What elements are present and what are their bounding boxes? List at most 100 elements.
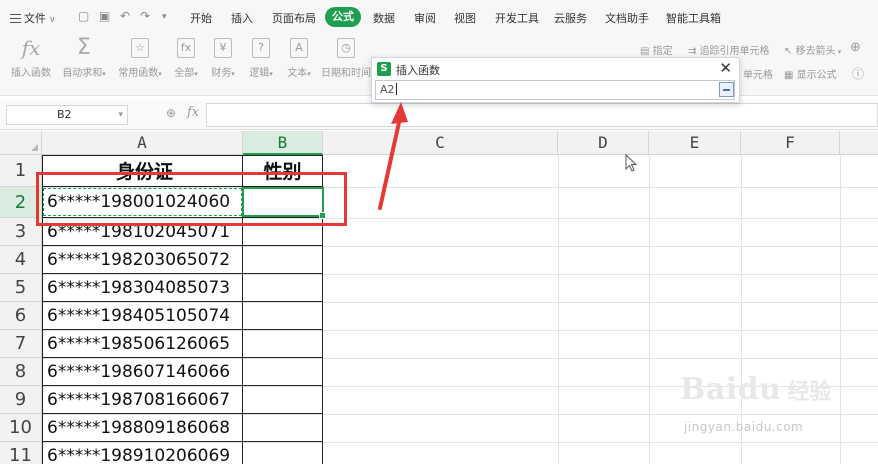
datetime-button[interactable]: ◷ 日期和时间 bbox=[320, 36, 372, 79]
select-all-corner[interactable] bbox=[0, 131, 42, 155]
hamburger-icon bbox=[10, 14, 21, 23]
cell-a6[interactable]: 6*****198405105074 bbox=[42, 302, 243, 330]
tab-smart-toolbox[interactable]: 智能工具箱 bbox=[666, 10, 721, 26]
cell-b7[interactable] bbox=[243, 330, 323, 358]
row-header-4[interactable]: 4 bbox=[0, 246, 42, 274]
dialog-title: 插入函数 bbox=[396, 64, 440, 77]
watermark-brand: Baidu bbox=[680, 372, 782, 407]
insert-function-dialog: S 插入函数 ✕ A2 bbox=[371, 57, 740, 103]
datetime-icon: ◷ bbox=[337, 38, 355, 58]
row-header-10[interactable]: 10 bbox=[0, 414, 42, 442]
financial-label: 财务 bbox=[211, 68, 232, 79]
print-icon[interactable]: ▣ bbox=[99, 9, 110, 23]
cell-a9[interactable]: 6*****198708166067 bbox=[42, 386, 243, 414]
tab-data[interactable]: 数据 bbox=[373, 10, 395, 26]
zoom-icon[interactable]: ⊕ bbox=[850, 40, 861, 55]
cell-a5[interactable]: 6*****198304085073 bbox=[42, 274, 243, 302]
cell-b10[interactable] bbox=[243, 414, 323, 442]
tab-review[interactable]: 审阅 bbox=[414, 10, 436, 26]
all-functions-icon: fx bbox=[177, 38, 195, 58]
watermark-brand-cn: 经验 bbox=[787, 380, 832, 405]
all-functions-button[interactable]: fx 全部▾ bbox=[170, 36, 202, 79]
cell-a7[interactable]: 6*****198506126065 bbox=[42, 330, 243, 358]
all-functions-label: 全部 bbox=[174, 68, 195, 79]
tab-formulas[interactable]: 公式 bbox=[325, 7, 361, 27]
undo-icon[interactable]: ↶ bbox=[120, 9, 130, 23]
row-header-11[interactable]: 11 bbox=[0, 442, 42, 464]
gridline-column bbox=[741, 155, 742, 464]
collapse-dialog-button[interactable] bbox=[719, 82, 734, 97]
magnifier-icon[interactable]: ⊕ bbox=[166, 106, 176, 120]
row-header-8[interactable]: 8 bbox=[0, 358, 42, 386]
formula-bar: B2 ▾ ⊕ fx bbox=[0, 100, 878, 130]
more-icon[interactable]: ▾ bbox=[162, 12, 167, 22]
gridline-column bbox=[840, 155, 841, 464]
financial-button[interactable]: ¥ 财务▾ bbox=[206, 36, 240, 79]
tab-page-layout[interactable]: 页面布局 bbox=[272, 10, 316, 26]
column-header-e[interactable]: E bbox=[649, 131, 741, 155]
annotation-arrow bbox=[378, 102, 408, 210]
remove-arrows-icon: ↖ bbox=[784, 46, 796, 57]
insert-function-label: 插入函数 bbox=[11, 68, 51, 79]
row-header-5[interactable]: 5 bbox=[0, 274, 42, 302]
fx-icon: fx bbox=[21, 36, 41, 60]
financial-icon: ¥ bbox=[214, 38, 232, 58]
define-name-label: 指定 bbox=[652, 46, 673, 57]
remove-arrows-button[interactable]: ↖ 移去箭头 ▾ bbox=[784, 42, 841, 57]
trace-dependents-button[interactable]: 单元格 bbox=[743, 66, 773, 81]
file-menu[interactable]: 文件 ∨ bbox=[10, 10, 56, 26]
cell-b8[interactable] bbox=[243, 358, 323, 386]
row-header-9[interactable]: 9 bbox=[0, 386, 42, 414]
info-icon[interactable]: ⓘ bbox=[852, 65, 864, 82]
column-header-d[interactable]: D bbox=[558, 131, 649, 155]
cell-b6[interactable] bbox=[243, 302, 323, 330]
autosum-button[interactable]: Σ 自动求和▾ bbox=[58, 35, 110, 80]
fx-icon[interactable]: fx bbox=[187, 105, 199, 120]
wps-sheet-icon: S bbox=[377, 62, 391, 76]
show-formulas-icon: ▦ bbox=[784, 70, 797, 81]
define-name-button[interactable]: ▤ 指定 bbox=[640, 42, 673, 57]
row-header-7[interactable]: 7 bbox=[0, 330, 42, 358]
tab-home[interactable]: 开始 bbox=[190, 10, 212, 26]
datetime-label: 日期和时间 bbox=[321, 68, 371, 79]
show-formulas-button[interactable]: ▦ 显示公式 bbox=[784, 66, 837, 81]
cell-b9[interactable] bbox=[243, 386, 323, 414]
baidu-jingyan-watermark: Baidu 经验 jingyan.baidu.com bbox=[680, 372, 832, 434]
text-icon: A bbox=[290, 38, 308, 58]
function-argument-input[interactable]: A2 bbox=[375, 80, 735, 100]
chevron-down-icon: ▾ bbox=[118, 110, 123, 120]
cell-b4[interactable] bbox=[243, 246, 323, 274]
formula-input[interactable] bbox=[206, 103, 878, 127]
redo-icon[interactable]: ↷ bbox=[140, 9, 150, 23]
logical-icon: ? bbox=[252, 38, 270, 58]
trace-precedents-button[interactable]: ⇉ 追踪引用单元格 bbox=[688, 42, 770, 57]
cell-a8[interactable]: 6*****198607146066 bbox=[42, 358, 243, 386]
cell-a10[interactable]: 6*****198809186068 bbox=[42, 414, 243, 442]
row-header-6[interactable]: 6 bbox=[0, 302, 42, 330]
column-header-b[interactable]: B bbox=[243, 131, 323, 155]
column-header-a[interactable]: A bbox=[42, 131, 243, 155]
watermark-url: jingyan.baidu.com bbox=[684, 420, 804, 434]
tab-doc-assistant[interactable]: 文档助手 bbox=[605, 10, 649, 26]
tab-view[interactable]: 视图 bbox=[454, 10, 476, 26]
tab-insert[interactable]: 插入 bbox=[231, 10, 253, 26]
tab-cloud[interactable]: 云服务 bbox=[554, 10, 587, 26]
save-icon[interactable]: ▢ bbox=[78, 9, 89, 23]
logical-button[interactable]: ? 逻辑▾ bbox=[244, 36, 278, 79]
cell-a4[interactable]: 6*****198203065072 bbox=[42, 246, 243, 274]
cell-a11[interactable]: 6*****198910206069 bbox=[42, 442, 243, 464]
close-icon[interactable]: ✕ bbox=[719, 59, 732, 77]
insert-function-button[interactable]: fx 插入函数 bbox=[8, 36, 54, 79]
tab-developer[interactable]: 开发工具 bbox=[495, 10, 539, 26]
cell-b11[interactable] bbox=[243, 442, 323, 464]
column-header-f[interactable]: F bbox=[741, 131, 840, 155]
common-functions-button[interactable]: ☆ 常用函数▾ bbox=[114, 36, 166, 79]
sum-icon: Σ bbox=[77, 35, 91, 60]
text-functions-button[interactable]: A 文本▾ bbox=[282, 36, 316, 79]
name-box[interactable]: B2 ▾ bbox=[6, 105, 128, 125]
autosum-label: 自动求和 bbox=[62, 68, 103, 79]
cell-b5[interactable] bbox=[243, 274, 323, 302]
column-header-c[interactable]: C bbox=[323, 131, 558, 155]
show-formulas-label: 显示公式 bbox=[796, 70, 837, 81]
name-box-value: B2 bbox=[57, 108, 72, 121]
